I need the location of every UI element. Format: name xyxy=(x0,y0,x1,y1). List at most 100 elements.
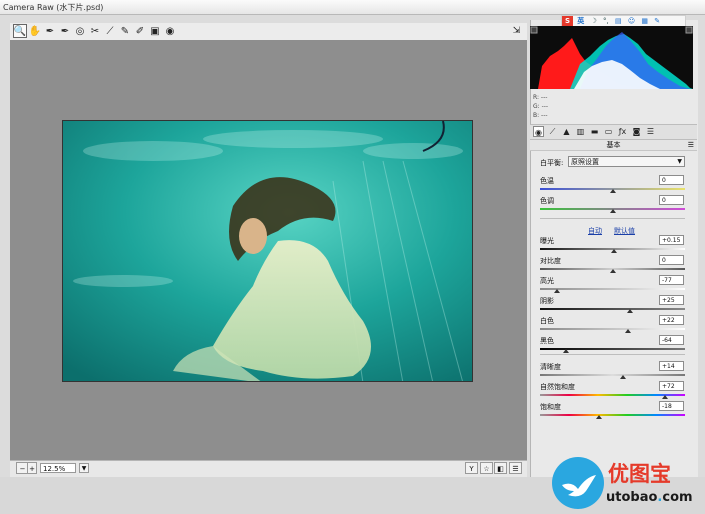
slider-value-exposure[interactable]: +0.15 xyxy=(659,235,684,245)
ime-punct-icon[interactable]: °, xyxy=(603,17,609,25)
slider-thumb-contrast[interactable] xyxy=(609,269,616,273)
slider-value-tint[interactable]: 0 xyxy=(659,195,684,205)
ime-moon-icon[interactable]: ☽ xyxy=(590,17,596,25)
zoom-level[interactable]: 12.5% xyxy=(40,463,76,473)
panel-menu-icon[interactable]: ☰ xyxy=(688,140,694,150)
g-readout: G: --- xyxy=(533,103,549,110)
zoom-tool-icon[interactable]: 🔍 xyxy=(13,24,27,38)
white-balance-label: 白平衡: xyxy=(540,159,564,167)
default-link[interactable]: 默认值 xyxy=(614,226,635,236)
white-balance-tool-icon[interactable]: ✒ xyxy=(43,24,57,38)
preview-settings-icon[interactable]: ☰ xyxy=(509,462,522,474)
ime-language[interactable]: 英 xyxy=(577,17,584,25)
split-toning-tab-icon[interactable]: ▬ xyxy=(589,126,600,137)
slider-value-highlights[interactable]: -77 xyxy=(659,275,684,285)
slider-thumb-whites[interactable] xyxy=(625,329,632,333)
slider-thumb-exposure[interactable] xyxy=(610,249,617,253)
r-readout: R: --- xyxy=(533,94,548,101)
watermark-brand: 优图宝 xyxy=(608,462,671,486)
slider-track-clarity[interactable] xyxy=(540,374,685,376)
preview-photo[interactable] xyxy=(62,120,473,382)
watermark-domain: utobao.com xyxy=(606,490,693,505)
b-readout: B: --- xyxy=(533,112,548,119)
crop-tool-icon[interactable]: ✂ xyxy=(88,24,102,38)
presets-tab-icon[interactable]: ☰ xyxy=(645,126,656,137)
color-sampler-tool-icon[interactable]: ✒ xyxy=(58,24,72,38)
slider-value-shadows[interactable]: +25 xyxy=(659,295,684,305)
lens-tab-icon[interactable]: ▭ xyxy=(603,126,614,137)
slider-thumb-saturation[interactable] xyxy=(596,415,603,419)
slider-label-exposure: 曝光 xyxy=(540,237,554,245)
slider-label-contrast: 对比度 xyxy=(540,257,561,265)
slider-thumb-temp[interactable] xyxy=(609,189,616,193)
slider-value-clarity[interactable]: +14 xyxy=(659,361,684,371)
preferences-icon[interactable]: ▣ xyxy=(148,24,162,38)
histogram xyxy=(530,26,693,89)
zoom-in-button[interactable]: + xyxy=(27,462,37,474)
slider-label-highlights: 高光 xyxy=(540,277,554,285)
watermark-domain-a: utobao xyxy=(606,490,658,505)
slider-label-clarity: 清晰度 xyxy=(540,363,561,371)
rotate-icon[interactable]: ◉ xyxy=(163,24,177,38)
watermark: 优图宝 utobao.com xyxy=(550,455,700,510)
slider-thumb-vibrance[interactable] xyxy=(661,395,668,399)
slider-label-shadows: 阴影 xyxy=(540,297,554,305)
slider-value-vibrance[interactable]: +72 xyxy=(659,381,684,391)
slider-label-temp: 色温 xyxy=(540,177,554,185)
slider-value-whites[interactable]: +22 xyxy=(659,315,684,325)
slider-value-temp[interactable]: 0 xyxy=(659,175,684,185)
histogram-graph xyxy=(530,26,693,89)
white-balance-select[interactable]: 原照设置 ▼ xyxy=(568,156,685,167)
slider-value-saturation[interactable]: -18 xyxy=(659,401,684,411)
before-after-icon[interactable]: ◧ xyxy=(494,462,507,474)
slider-track-shadows[interactable] xyxy=(540,308,685,310)
hand-tool-icon[interactable]: ✋ xyxy=(28,24,42,38)
slider-thumb-clarity[interactable] xyxy=(619,375,626,379)
targeted-adjustment-tool-icon[interactable]: ◎ xyxy=(73,24,87,38)
underwater-photo xyxy=(63,121,472,381)
slider-track-highlights[interactable] xyxy=(540,288,685,290)
slider-value-blacks[interactable]: -64 xyxy=(659,335,684,345)
fullscreen-icon[interactable]: ⇲ xyxy=(510,26,523,38)
slider-label-tint: 色调 xyxy=(540,197,554,205)
title-bar: Camera Raw (水下片.psd) xyxy=(0,0,705,15)
slider-label-saturation: 饱和度 xyxy=(540,403,561,411)
basic-tab-icon[interactable]: ◉ xyxy=(533,126,544,137)
tone-curve-tab-icon[interactable]: ⟋ xyxy=(547,126,558,137)
rating-icon[interactable]: ☆ xyxy=(480,462,493,474)
slider-thumb-tint[interactable] xyxy=(609,209,616,213)
camera-calibration-tab-icon[interactable]: ◙ xyxy=(631,126,642,137)
watermark-domain-b: com xyxy=(662,490,693,505)
slider-track-blacks[interactable] xyxy=(540,348,685,350)
slider-track-saturation[interactable] xyxy=(540,414,685,416)
panel-divider xyxy=(540,218,685,219)
window-title: Camera Raw (水下片.psd) xyxy=(3,3,104,12)
slider-thumb-highlights[interactable] xyxy=(554,289,561,293)
slider-label-blacks: 黑色 xyxy=(540,337,554,345)
slider-thumb-shadows[interactable] xyxy=(626,309,633,313)
panel-divider xyxy=(540,354,685,355)
slider-thumb-blacks[interactable] xyxy=(563,349,570,353)
detail-tab-icon[interactable]: ▲ xyxy=(561,126,572,137)
zoom-dropdown[interactable]: ▼ xyxy=(79,463,89,473)
hsl-tab-icon[interactable]: ▥ xyxy=(575,126,586,137)
adjustment-brush-icon[interactable]: ✐ xyxy=(133,24,147,38)
ime-skin-icon[interactable]: ☺ xyxy=(628,17,635,25)
ime-keyboard-icon[interactable]: ▤ xyxy=(615,17,622,25)
rgb-readout: R: --- G: --- B: --- xyxy=(533,93,691,121)
panel-tabs: ◉ ⟋ ▲ ▥ ▬ ▭ ƒx ◙ ☰ xyxy=(530,124,697,140)
slider-track-whites[interactable] xyxy=(540,328,685,330)
chevron-down-icon: ▼ xyxy=(677,158,682,165)
filter-icon[interactable]: Y xyxy=(465,462,478,474)
auto-link[interactable]: 自动 xyxy=(588,226,602,236)
ime-toolbox-icon[interactable]: ▦ xyxy=(641,17,648,25)
sogou-icon[interactable]: S xyxy=(562,16,573,26)
slider-value-contrast[interactable]: 0 xyxy=(659,255,684,265)
ime-settings-icon[interactable]: ✎ xyxy=(654,17,660,25)
watermark-bird-logo xyxy=(552,457,604,509)
section-title-text: 基本 xyxy=(606,141,621,149)
effects-tab-icon[interactable]: ƒx xyxy=(617,126,628,137)
straighten-tool-icon[interactable]: ⟋ xyxy=(103,24,117,38)
white-balance-value: 原照设置 xyxy=(571,158,599,166)
spot-removal-tool-icon[interactable]: ✎ xyxy=(118,24,132,38)
